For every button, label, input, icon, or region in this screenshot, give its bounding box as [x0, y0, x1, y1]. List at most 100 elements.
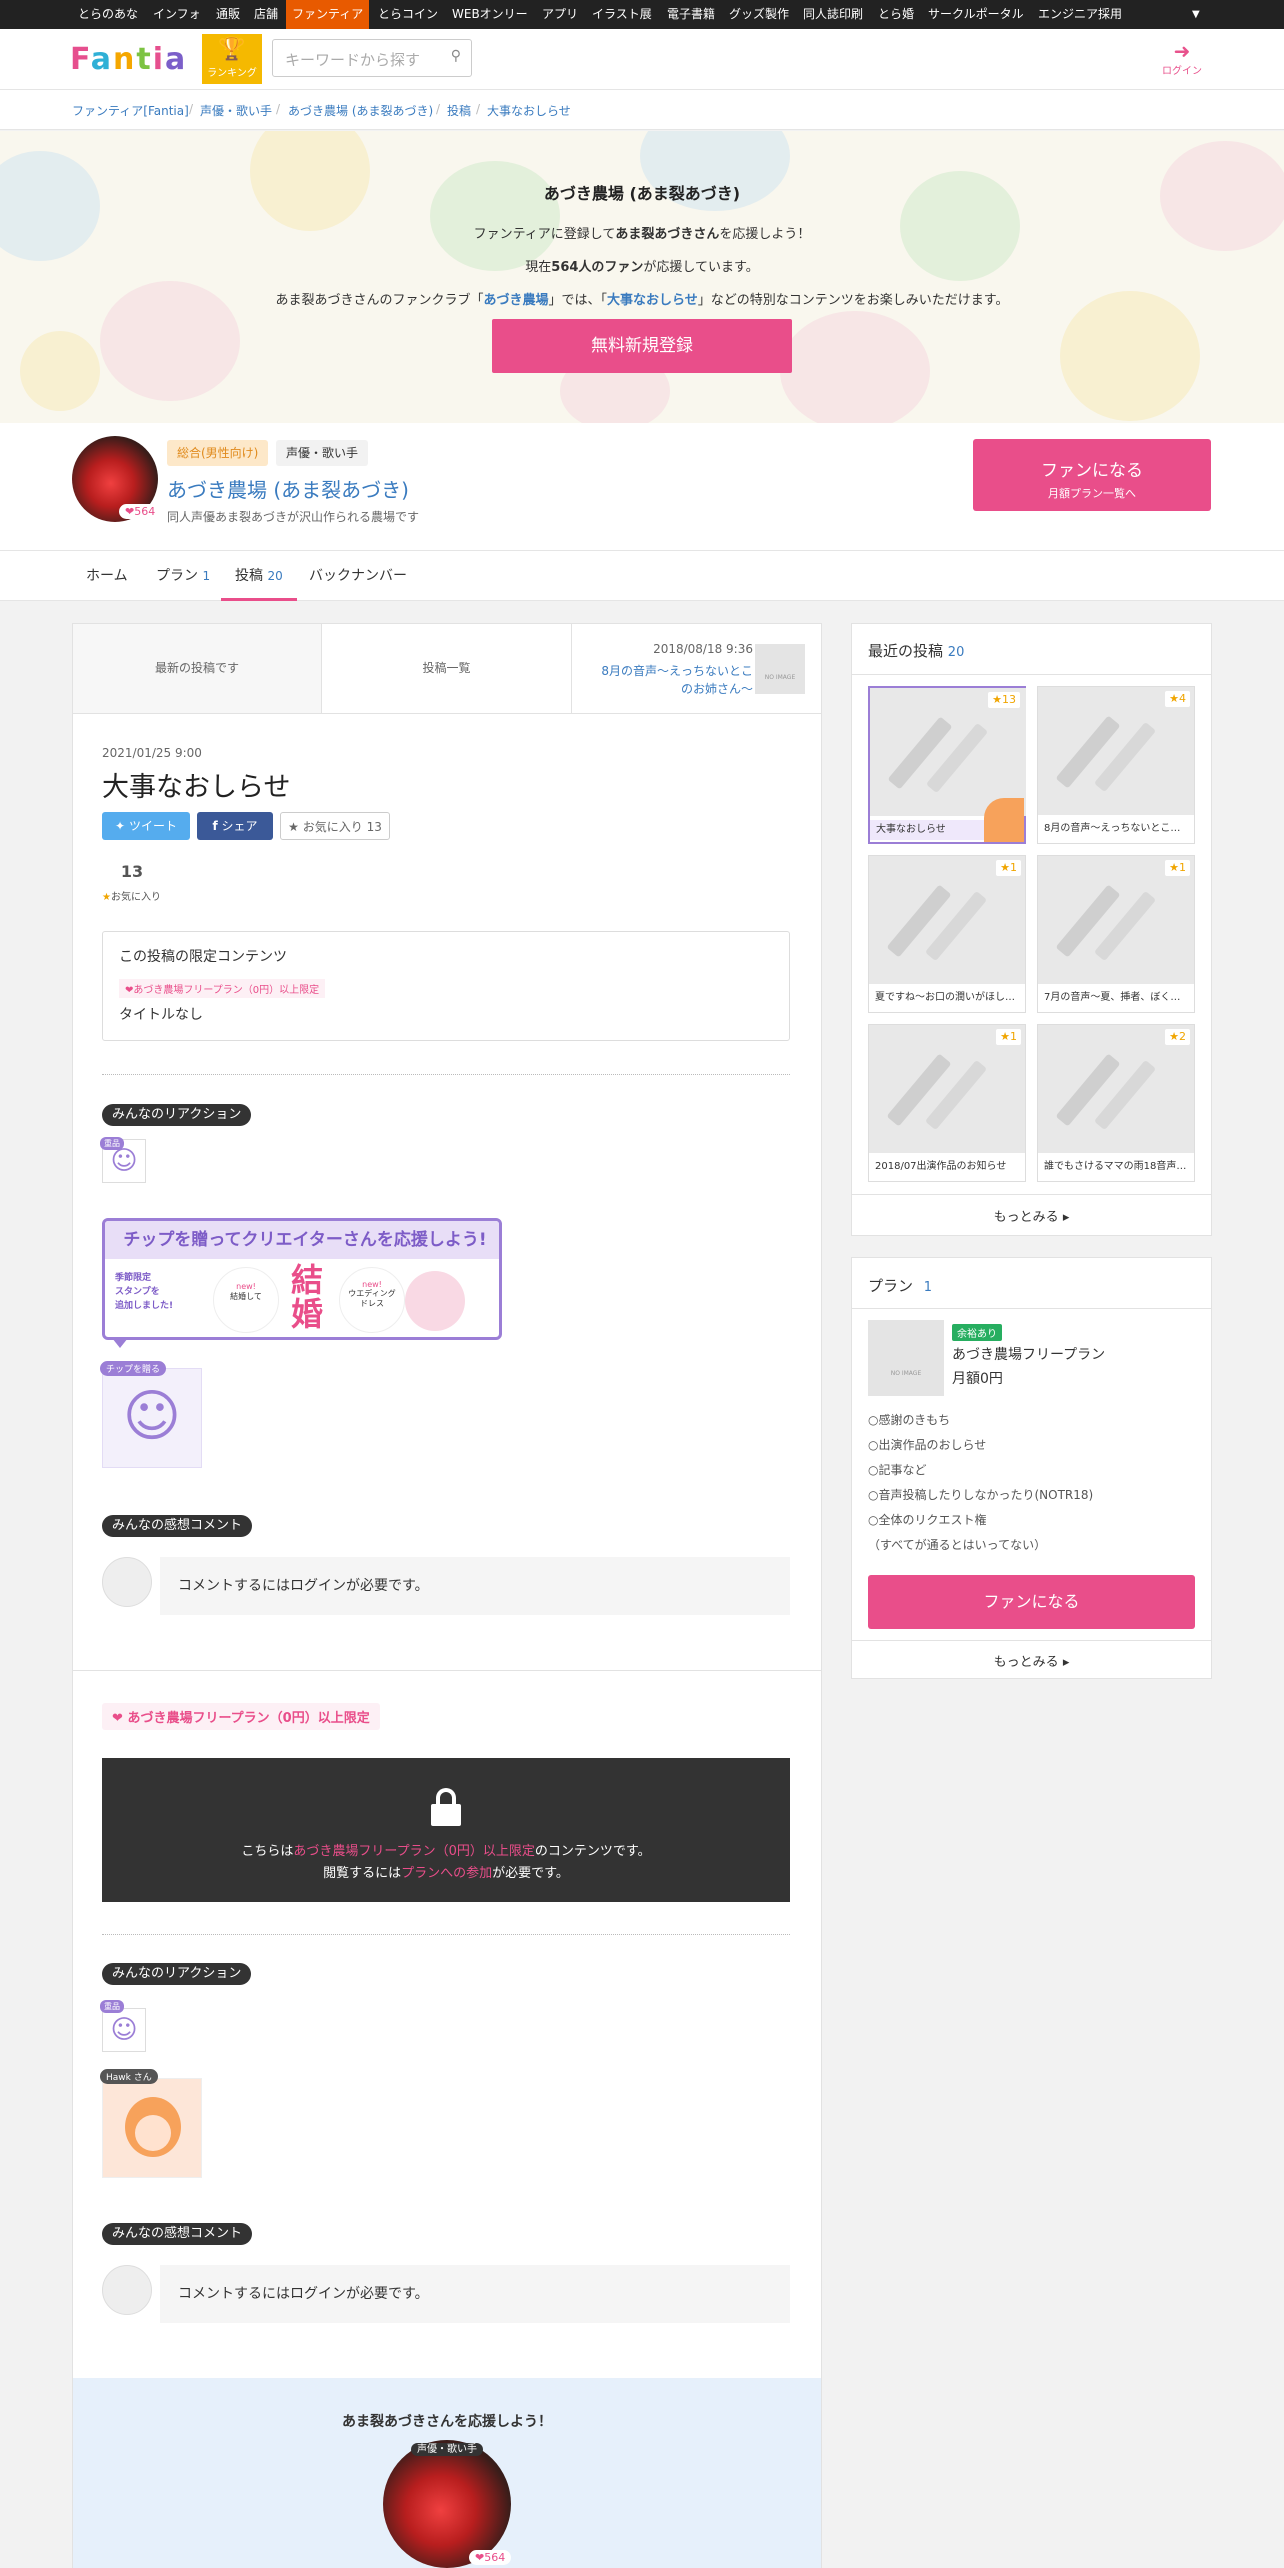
- recent-more-link[interactable]: もっとみる ▸: [852, 1206, 1211, 1225]
- hero-line3: あま裂あづきさんのファンクラブ「あづき農場」では、「大事なおしらせ」などの特別な…: [275, 293, 1009, 308]
- post-date: 2021/01/25 9:00: [102, 746, 202, 760]
- recent-post-6[interactable]: ★2 誰でもさけるママの雨18音声（関...: [1037, 1024, 1195, 1182]
- reaction-badge: 重品: [100, 1137, 124, 1150]
- hawk-name-badge: Hawk さん: [100, 2069, 158, 2084]
- category-tag-general[interactable]: 総合(男性向け): [167, 440, 269, 466]
- login-button[interactable]: ➜ ログイン: [1160, 40, 1204, 77]
- comment-login-required-2[interactable]: コメントするにはログインが必要です。: [160, 2265, 790, 2323]
- login-label: ログイン: [1162, 66, 1202, 77]
- recent-post-2[interactable]: ★4 8月の音声～えっちないとこのお...: [1037, 686, 1195, 844]
- topnav-torakon[interactable]: とら婚: [872, 0, 920, 29]
- topnav-app[interactable]: アプリ: [536, 0, 584, 29]
- breadcrumb-item-category[interactable]: 声優・歌い手: [200, 102, 272, 119]
- share-button[interactable]: f シェア: [197, 812, 273, 840]
- support-tag-wrap: 声優・歌い手: [383, 2440, 511, 2456]
- comments-label: みんなの感想コメント: [102, 1515, 253, 1537]
- topnav-toracoin[interactable]: とらコイン: [372, 0, 444, 29]
- topnav-caret-icon[interactable]: ▼: [1186, 0, 1206, 29]
- post-nav-next-title[interactable]: 8月の音声～えっちないとこのお姉さん～: [593, 662, 753, 698]
- topnav-engineer[interactable]: エンジニア採用: [1032, 0, 1128, 29]
- plan-availability-badge: 余裕あり: [952, 1324, 1002, 1341]
- breadcrumb-item-club[interactable]: あづき農場 (あま裂あづき): [288, 102, 433, 119]
- caret-right-icon: ▸: [1062, 1655, 1070, 1670]
- fav-count: 13: [120, 862, 144, 881]
- become-fan-sub: 月額プラン一覧へ: [1048, 487, 1136, 500]
- tip-badge[interactable]: チップを贈る: [100, 1361, 167, 1376]
- plans-more-link[interactable]: もっとみる ▸: [852, 1651, 1211, 1670]
- fantia-logo[interactable]: Fantia: [70, 42, 187, 77]
- topnav-store[interactable]: 店舗: [248, 0, 284, 29]
- become-fan-button[interactable]: ファンになる 月額プラン一覧へ: [973, 439, 1211, 511]
- breadcrumb-item-posts[interactable]: 投稿: [447, 102, 471, 119]
- support-section: あま裂あづきさんを応援しよう！ 声優・歌い手 ❤564: [73, 2378, 821, 2568]
- recent-post-5[interactable]: ★1 2018/07出演作品のお知らせ: [868, 1024, 1026, 1182]
- topnav-shop[interactable]: 通販: [210, 0, 246, 29]
- post-nav-list[interactable]: 投稿一覧: [322, 624, 572, 713]
- tab-backnumber[interactable]: バックナンバー: [295, 551, 421, 601]
- tip-banner[interactable]: チップを贈ってクリエイターさんを応援しよう! 季節限定 スタンプを 追加しました…: [102, 1218, 502, 1340]
- hawk-reaction[interactable]: [102, 2078, 202, 2178]
- comment-login-required[interactable]: コメントするにはログインが必要です。: [160, 1557, 790, 1615]
- limited-item-title[interactable]: タイトルなし: [119, 1004, 203, 1024]
- search-icon[interactable]: ⚲: [451, 48, 461, 64]
- hero-banner: あづき農場 (あま裂あづき) ファンティアに登録してあま裂あづきさんを応援しよう…: [0, 131, 1284, 423]
- topnav-ebook[interactable]: 電子書籍: [661, 0, 721, 29]
- ranking-label: ランキング: [207, 68, 257, 79]
- topnav-print[interactable]: 同人誌印刷: [797, 0, 869, 29]
- site-header: [0, 29, 1284, 90]
- topnav-info[interactable]: インフォ: [147, 0, 207, 29]
- topnav-fantia[interactable]: ファンティア: [286, 0, 370, 29]
- comment-avatar: [102, 1557, 152, 1607]
- recent-post-4[interactable]: ★1 7月の音声～夏、挿者、ぼくっこ～: [1037, 855, 1195, 1013]
- breadcrumb-item-fantia[interactable]: ファンティア[Fantia]: [72, 102, 189, 119]
- smile-icon: ☺: [110, 2015, 138, 2045]
- tab-home[interactable]: ホーム: [72, 551, 142, 601]
- search-placeholder: キーワードから探す: [285, 51, 421, 69]
- post-nav-next-date: 2018/08/18 9:36: [653, 642, 753, 656]
- post-nav-next-thumb[interactable]: NO IMAGE: [755, 644, 805, 694]
- support-avatar[interactable]: [383, 2440, 511, 2568]
- reactions-label: みんなのリアクション: [102, 1104, 252, 1126]
- ranking-button[interactable]: 🏆 ランキング: [202, 34, 262, 84]
- smile-icon: ☺: [110, 1146, 138, 1176]
- plan-price: 月額0円: [952, 1371, 1003, 1387]
- favorite-button[interactable]: ★ お気に入り 13: [280, 812, 390, 840]
- club-name[interactable]: あづき農場 (あま裂あづき): [167, 474, 409, 503]
- global-top-nav: とらのあな インフォ 通販 店舗 ファンティア とらコイン WEBオンリー アプ…: [0, 0, 1284, 29]
- plan-thumbnail: NO IMAGE: [868, 1320, 944, 1396]
- plan-name[interactable]: あづき農場フリープラン: [952, 1344, 1105, 1364]
- tip-stamp[interactable]: ☺: [102, 1368, 202, 1468]
- topnav-webonly[interactable]: WEBオンリー: [446, 0, 534, 29]
- reaction-stamp-2[interactable]: ☺: [102, 2008, 146, 2052]
- become-fan-label: ファンになる: [1041, 461, 1143, 481]
- plan-fan-button[interactable]: ファンになる: [868, 1575, 1195, 1629]
- club-description: 同人声優あま裂あづきが沢山作られる農場です: [167, 510, 420, 524]
- breadcrumb-item-current[interactable]: 大事なおしらせ: [487, 102, 571, 119]
- limited-content-title: この投稿の限定コンテンツ: [119, 949, 287, 965]
- recent-posts-title: 最近の投稿 20: [868, 642, 965, 660]
- topnav-goods[interactable]: グッズ製作: [723, 0, 795, 29]
- topnav-circle[interactable]: サークルポータル: [922, 0, 1030, 29]
- tweet-button[interactable]: ✦ ツイート: [102, 812, 190, 840]
- locked-line1: こちらはあづき農場フリープラン（0円）以上限定のコンテンツです。: [241, 1844, 651, 1859]
- category-tag-voice[interactable]: 声優・歌い手: [276, 440, 369, 466]
- tab-posts[interactable]: 投稿 20: [221, 551, 297, 601]
- tip-marry-graphic: 結婚: [290, 1261, 323, 1333]
- locked-content-box: こちらはあづき農場フリープラン（0円）以上限定のコンテンツです。 閲覧するにはプ…: [102, 1758, 790, 1902]
- fav-count-label: ★お気に入り: [102, 892, 161, 903]
- recent-post-1[interactable]: ★13 大事なおしらせ: [868, 686, 1026, 844]
- search-input[interactable]: キーワードから探す ⚲: [272, 39, 472, 77]
- topnav-toranoana[interactable]: とらのあな: [72, 0, 144, 29]
- recent-post-3[interactable]: ★1 夏ですね～お口の潤いがほしいで...: [868, 855, 1026, 1013]
- post-navigation: 最新の投稿です 投稿一覧 2018/08/18 9:36 8月の音声～えっちない…: [73, 624, 821, 714]
- register-button[interactable]: 無料新規登録: [492, 319, 792, 373]
- tab-plan[interactable]: プラン 1: [142, 551, 224, 601]
- hero-line2: 現在564人のファンが応援しています。: [525, 260, 759, 275]
- locked-plan-tag: ❤ あづき農場フリープラン（0円）以上限定: [102, 1703, 380, 1730]
- tip-dress-graphic: [405, 1271, 465, 1331]
- topnav-illust[interactable]: イラスト展: [586, 0, 658, 29]
- plans-title: プラン 1: [868, 1277, 933, 1295]
- heart-icon: ❤: [112, 1711, 123, 1726]
- club-tabs: ホーム プラン 1 投稿 20 バックナンバー: [0, 551, 1284, 601]
- twitter-icon: ✦: [115, 819, 126, 833]
